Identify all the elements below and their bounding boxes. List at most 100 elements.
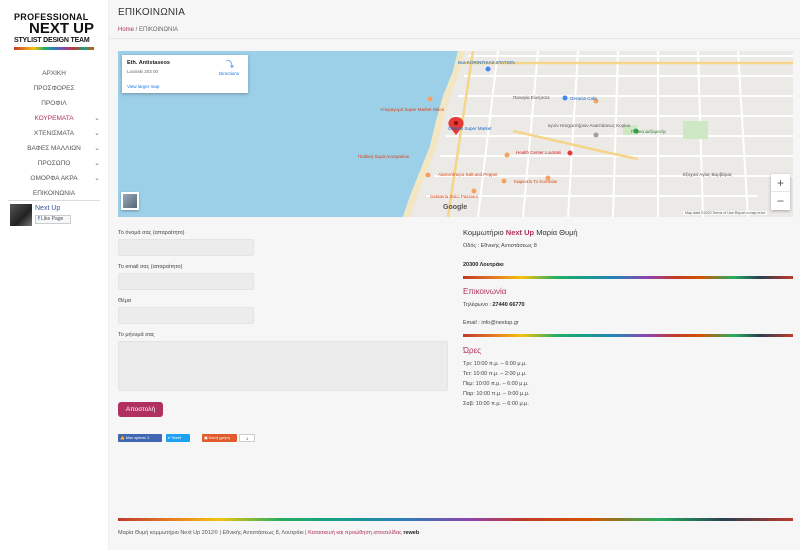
menu-item-label: ΠΡΟΦΙΛ: [41, 100, 67, 107]
facebook-page-widget: Next Up f Like Page: [10, 204, 100, 228]
page: PROFESSIONAL NEXT UP STYLIST DESIGN TEAM…: [0, 0, 800, 550]
map-label-health: Health Center Loutraki: [516, 150, 562, 155]
header-divider: [109, 38, 800, 39]
zoom-out-button[interactable]: −: [771, 192, 790, 210]
stripe-divider: [463, 276, 793, 279]
view-larger-map-link[interactable]: View larger map: [127, 84, 159, 89]
map-label-nikos: Υπεραγορά Super Market Nikos: [380, 107, 444, 112]
menu-item-hair-color[interactable]: ΒΑΦΕΣ ΜΑΛΛΙΩΝ ⌄: [0, 141, 108, 156]
facebook-icon: f: [38, 216, 40, 222]
phone-number[interactable]: 27440 66770: [492, 302, 524, 308]
footer-stripe: [118, 518, 793, 521]
facebook-like-label: Like Page: [41, 216, 64, 222]
menu-item-label: ΑΡΧΙΚΗ: [42, 70, 66, 77]
google-plus-icon: ▣: [204, 436, 208, 440]
salon-brand: Next Up: [505, 228, 535, 237]
zoom-controls: + −: [771, 174, 790, 210]
google-share-label: Κοινή χρήση: [208, 436, 230, 440]
logo-line-3: STYLIST DESIGN TEAM: [14, 37, 90, 44]
site-logo[interactable]: PROFESSIONAL NEXT UP STYLIST DESIGN TEAM: [14, 12, 94, 50]
map-label-panagia: Παναγία Ελεήσατε: [513, 95, 550, 100]
chevron-down-icon[interactable]: ⌄: [94, 141, 100, 156]
menu-item-label: ΠΡΟΣΦΟΡΕΣ: [33, 85, 75, 92]
map-label-gerania: Gerania Cafe: [570, 96, 597, 101]
breadcrumb-home-link[interactable]: Home: [118, 27, 134, 33]
google-logo: Google: [443, 204, 468, 211]
map-place-card: Eth. Antistaseos Loutraki 203 00 View la…: [122, 55, 248, 93]
message-label: Το μήνυμά σας: [118, 332, 155, 338]
main-content: ΕΠΙΚΟΙΝΩΝΙΑ Home / ΕΠΙΚΟΙΝΩΝΙΑ Bus KORIN…: [108, 0, 800, 550]
email-address[interactable]: info@nextup.gr: [481, 320, 518, 326]
chevron-down-icon[interactable]: ⌄: [94, 111, 100, 126]
map-label-alatopiperi: Αλατοπίπερο Salt and Pepper: [438, 172, 498, 177]
satellite-toggle[interactable]: [121, 192, 139, 210]
footer-text: Μαρία Θυμή κομμωτήριο Next Up 2012© | Εθ…: [118, 530, 419, 536]
logo-line-2: NEXT UP: [28, 20, 94, 37]
name-label: Το όνομά σας (απαραίτητο): [118, 230, 185, 236]
sidebar: PROFESSIONAL NEXT UP STYLIST DESIGN TEAM…: [0, 0, 108, 550]
footer-credit-link[interactable]: Κατασκευή και προώθηση ιστοσελίδας: [308, 530, 403, 536]
footer-brand[interactable]: reweb: [403, 530, 419, 536]
menu-item-profile[interactable]: ΠΡΟΦΙΛ: [0, 96, 108, 111]
facebook-page-thumbnail[interactable]: [10, 204, 32, 226]
hours-row: Σαβ: 10:00 π.μ. – 6:00 μ.μ.: [463, 401, 529, 407]
share-count: 1: [239, 434, 255, 442]
zoom-in-button[interactable]: +: [771, 174, 790, 192]
tweet-label: Tweet: [170, 436, 182, 440]
main-menu: ΑΡΧΙΚΗ ΠΡΟΣΦΟΡΕΣ ΠΡΟΦΙΛ ΚΟΥΡΕΜΑΤΑ ⌄ ΧΤΕΝΙ…: [0, 66, 108, 201]
salon-title: Κομμωτήριο Next Up Μαρία Θυμή: [463, 228, 578, 237]
hours-row: Πεμ: 10:00 π.μ. – 6:00 μ.μ.: [463, 381, 529, 387]
google-map[interactable]: Bus KORINTHIAS STATION Παναγία Ελεήσατε …: [118, 51, 793, 217]
email-label: Το email σας (απαραίτητο): [118, 264, 183, 270]
menu-item-face[interactable]: ΠΡΟΣΩΠΟ ⌄: [0, 156, 108, 171]
page-title: ΕΠΙΚΟΙΝΩΝΙΑ: [118, 7, 186, 18]
menu-item-hairstyles[interactable]: ΧΤΕΝΙΣΜΑΤΑ ⌄: [0, 126, 108, 141]
hours-heading: Ώρες: [463, 346, 481, 355]
menu-item-label: ΠΡΟΣΩΠΟ: [37, 160, 71, 167]
menu-item-label: ΒΑΦΕΣ ΜΑΛΛΙΩΝ: [27, 145, 81, 152]
menu-item-offers[interactable]: ΠΡΟΣΦΟΡΕΣ: [0, 81, 108, 96]
email-row: Email : info@nextup.gr: [463, 320, 519, 326]
phone-label: Τηλέφωνο :: [463, 302, 493, 308]
sidebar-divider: [8, 200, 100, 201]
map-label-paidiki: Παιδική Χαρά Λουτρακίου: [358, 154, 410, 159]
map-label-gelateria: Gelateria Dolci Passioni: [430, 194, 478, 199]
chevron-down-icon[interactable]: ⌄: [94, 156, 100, 171]
message-textarea[interactable]: [118, 341, 448, 391]
google-share-button[interactable]: ▣ Κοινή χρήση: [202, 434, 237, 442]
menu-item-label: ΚΟΥΡΕΜΑΤΑ: [34, 115, 74, 122]
map-place-address: Loutraki 203 00: [127, 69, 159, 74]
twitter-icon: ♦: [168, 436, 170, 440]
menu-item-label: ΕΠΙΚΟΙΝΩΝΙΑ: [32, 190, 76, 197]
footer-copyright: Μαρία Θυμή κομμωτήριο Next Up 2012© | Εθ…: [118, 530, 309, 536]
name-input[interactable]: [118, 239, 254, 256]
chevron-down-icon[interactable]: ⌄: [94, 171, 100, 186]
facebook-like-button[interactable]: f Like Page: [35, 215, 71, 224]
chevron-down-icon[interactable]: ⌄: [94, 126, 100, 141]
submit-button[interactable]: Αποστολή: [118, 402, 163, 417]
phone-row: Τηλέφωνο : 27440 66770: [463, 302, 525, 308]
map-attribution[interactable]: Map data ©2022 Terms of Use Report a map…: [683, 211, 768, 215]
menu-item-nails[interactable]: ΟΜΟΡΦΑ ΑΚΡΑ ⌄: [0, 171, 108, 186]
menu-item-contact[interactable]: ΕΠΙΚΟΙΝΩΝΙΑ: [0, 186, 108, 201]
facebook-page-name[interactable]: Next Up: [35, 205, 60, 212]
salon-title-prefix: Κομμωτήριο: [463, 228, 506, 237]
map-label-hiero: Ιερόν Ησυχαστήριον Αναστάσεως Κυρίου: [548, 123, 631, 128]
email-input[interactable]: [118, 273, 254, 290]
salon-title-suffix: Μαρία Θυμή: [534, 228, 578, 237]
menu-item-home[interactable]: ΑΡΧΙΚΗ: [0, 66, 108, 81]
map-label-parko: Πάρκο Δεξαμενής: [631, 129, 667, 134]
facebook-share-button[interactable]: 👍 Μου αρέσει! 2: [118, 434, 162, 442]
menu-item-haircuts[interactable]: ΚΟΥΡΕΜΑΤΑ ⌄: [0, 111, 108, 126]
menu-item-label: ΧΤΕΝΙΣΜΑΤΑ: [33, 130, 75, 137]
logo-stripe: [14, 47, 94, 50]
directions-icon[interactable]: ⤵: [226, 61, 234, 69]
map-place-title: Eth. Antistaseos: [127, 60, 170, 66]
map-label-bus-station: Bus KORINTHIAS STATION: [458, 60, 515, 65]
subject-input[interactable]: [118, 307, 254, 324]
hours-row: Τετ: 10:00 π.μ. – 2:00 μ.μ.: [463, 371, 527, 377]
directions-link[interactable]: Directions: [219, 71, 239, 76]
tweet-button[interactable]: ♦ Tweet: [166, 434, 190, 442]
breadcrumb-current: ΕΠΙΚΟΙΝΩΝΙΑ: [139, 27, 179, 33]
postcode-city: 20300 Λουτράκι: [463, 262, 504, 268]
